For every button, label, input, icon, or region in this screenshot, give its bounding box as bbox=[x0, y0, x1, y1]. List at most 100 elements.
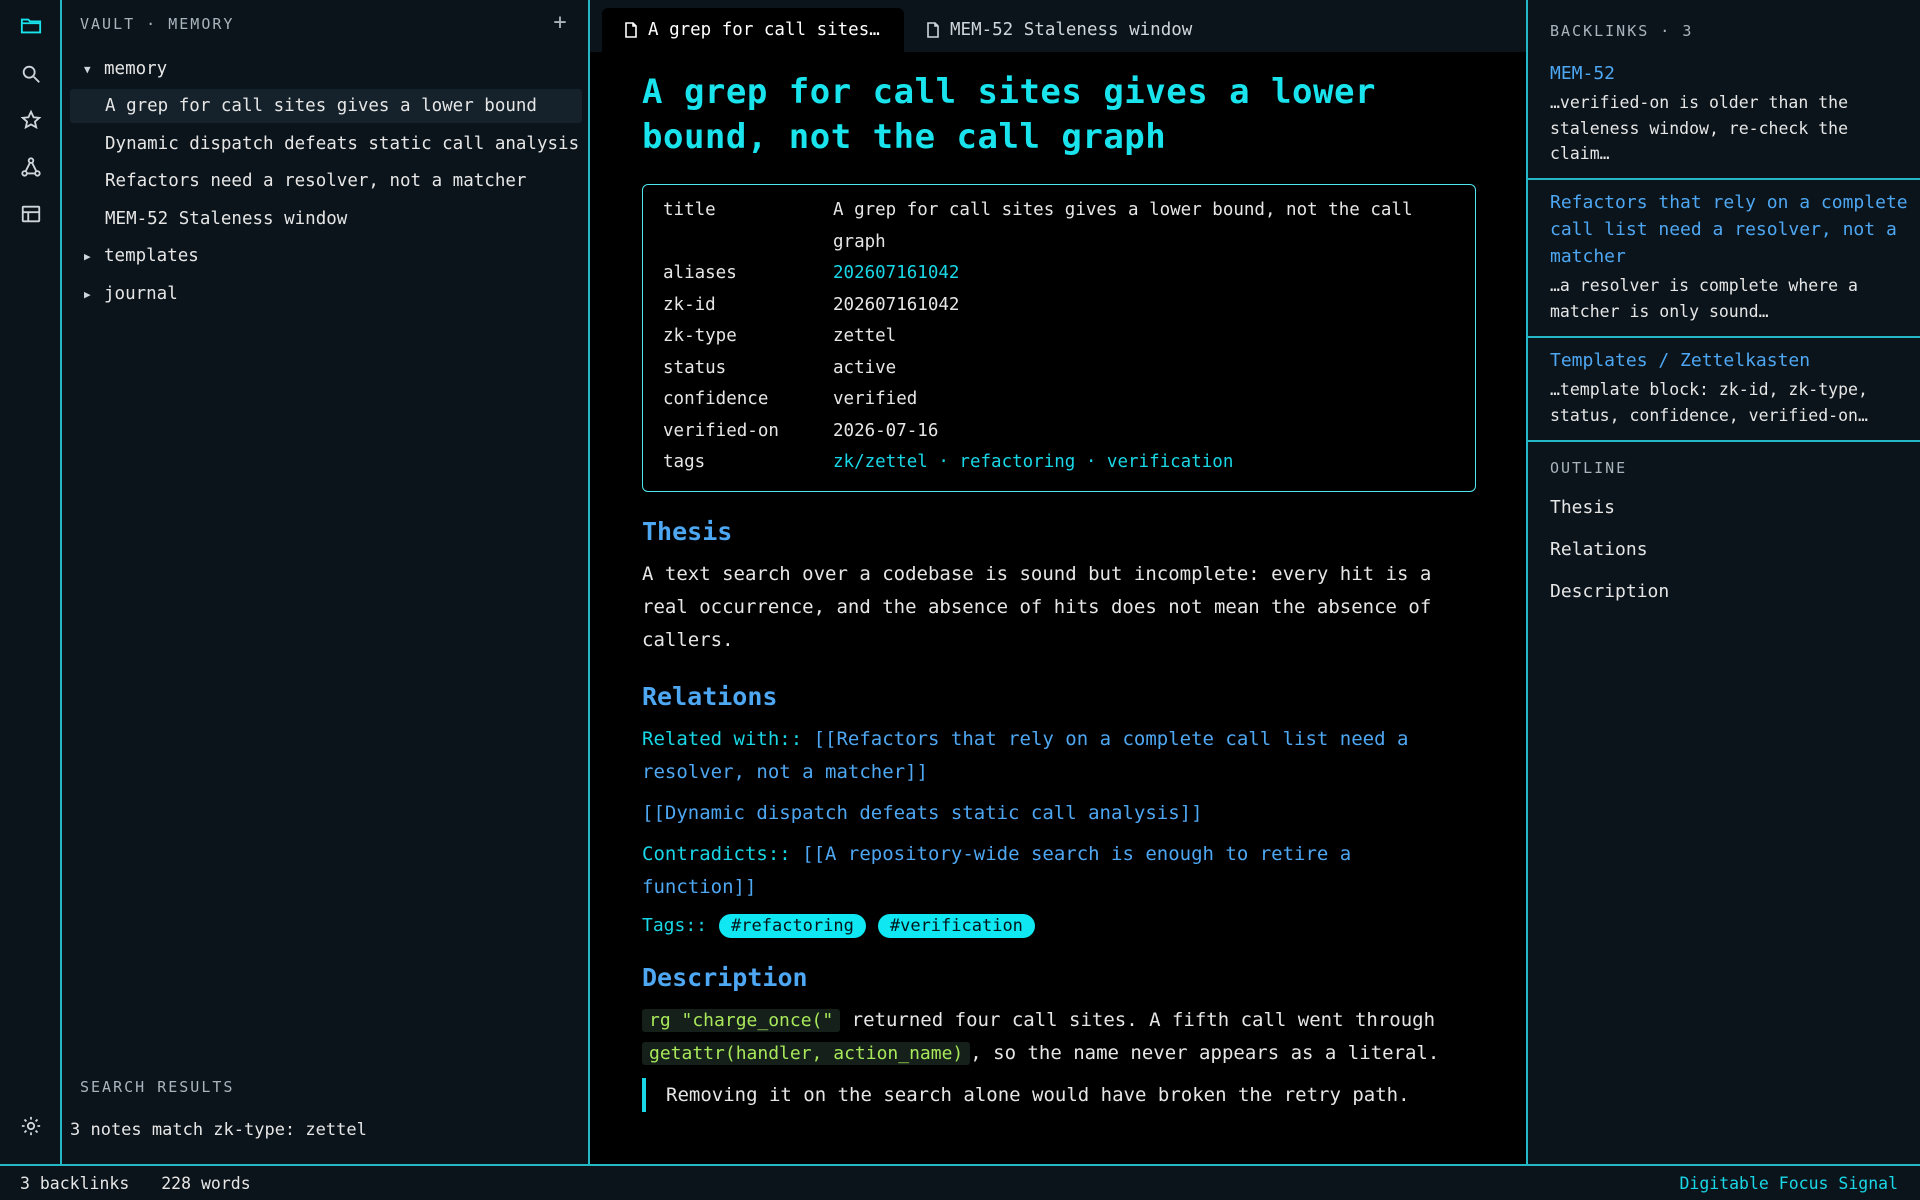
star-icon[interactable] bbox=[19, 108, 43, 132]
relation-key: Tags:: bbox=[642, 915, 708, 936]
inline-code: rg "charge_once(" bbox=[642, 1008, 841, 1032]
inline-code: getattr(handler, action_name) bbox=[642, 1041, 971, 1065]
backlink-snippet: …template block: zk-id, zk-type, status,… bbox=[1550, 380, 1868, 425]
outline-header: OUTLINE bbox=[1550, 459, 1628, 477]
search-result-summary[interactable]: 3 notes match zk-type: zettel bbox=[70, 1120, 367, 1140]
description-fragment: , so the name never appears as a literal… bbox=[970, 1041, 1440, 1064]
fm-value[interactable]: 2026-07-16 bbox=[833, 416, 938, 448]
tree-file-item[interactable]: Dynamic dispatch defeats static call ana… bbox=[70, 127, 582, 161]
status-bar: 3 backlinks 228 words Digitable Focus Si… bbox=[0, 1164, 1920, 1200]
editor-pane: A grep for call sites… MEM-52 Staleness … bbox=[590, 0, 1528, 1164]
description-fragment: returned four call sites. A fifth call w… bbox=[840, 1008, 1436, 1031]
relation-related: Related with:: [[Refactors that rely on … bbox=[642, 723, 1476, 789]
divider bbox=[1528, 440, 1920, 442]
backlink-item[interactable]: MEM-52 …verified-on is older than the st… bbox=[1550, 60, 1908, 167]
thesis-heading: Thesis bbox=[642, 516, 733, 546]
tab-bar: A grep for call sites… MEM-52 Staleness … bbox=[590, 0, 1526, 52]
chevron-down-icon: ▼ bbox=[84, 62, 91, 76]
relation-key: Contradicts:: bbox=[642, 842, 791, 865]
wikilink[interactable]: [[Dynamic dispatch defeats static call a… bbox=[642, 802, 1203, 824]
frontmatter-row: aliases 202607161042 bbox=[663, 258, 1455, 290]
frontmatter-row: status active bbox=[663, 353, 1455, 385]
tab-grep-note[interactable]: A grep for call sites… bbox=[602, 8, 904, 52]
folder-label: templates bbox=[104, 246, 199, 266]
fm-value[interactable]: verified bbox=[833, 384, 917, 416]
folder-label: memory bbox=[104, 59, 168, 79]
tree-folder-journal[interactable]: ▶ journal bbox=[70, 277, 582, 311]
chevron-right-icon: ▶ bbox=[84, 287, 91, 301]
frontmatter-row: zk-type zettel bbox=[663, 321, 1455, 353]
tag-pill[interactable]: #verification bbox=[877, 913, 1035, 938]
fm-key: title bbox=[663, 200, 716, 220]
status-left: 3 backlinks 228 words bbox=[20, 1174, 273, 1193]
file-icon bbox=[927, 22, 939, 38]
backlink-title[interactable]: Refactors that rely on a complete call l… bbox=[1550, 189, 1908, 270]
tag-pill[interactable]: #refactoring bbox=[719, 913, 866, 938]
backlinks-header: BACKLINKS · 3 bbox=[1550, 22, 1694, 40]
file-explorer: VAULT · MEMORY + ▼ memory A grep for cal… bbox=[62, 0, 590, 1164]
graph-icon[interactable] bbox=[19, 155, 43, 179]
fm-value[interactable]: zettel bbox=[833, 321, 896, 353]
tree-file-item[interactable]: Refactors need a resolver, not a matcher bbox=[70, 164, 582, 198]
tab-label: MEM-52 Staleness window bbox=[950, 20, 1193, 40]
relation-key: Related with:: bbox=[642, 727, 803, 750]
blockquote: Removing it on the search alone would ha… bbox=[642, 1077, 1476, 1112]
note-title: A grep for call sites gives a lower boun… bbox=[642, 72, 1376, 157]
backlink-title[interactable]: Templates / Zettelkasten bbox=[1550, 347, 1908, 374]
relation-contradicts: Contradicts:: [[A repository-wide search… bbox=[642, 838, 1476, 904]
table-icon[interactable] bbox=[19, 202, 43, 226]
outline-item-thesis[interactable]: Thesis bbox=[1550, 497, 1615, 518]
fm-value[interactable]: active bbox=[833, 353, 896, 385]
fm-value-link[interactable]: 202607161042 bbox=[833, 258, 959, 290]
tree-file-item[interactable]: MEM-52 Staleness window bbox=[70, 202, 582, 236]
relations-heading: Relations bbox=[642, 681, 778, 711]
fm-key: confidence bbox=[663, 389, 769, 409]
word-count: 228 words bbox=[161, 1173, 251, 1193]
fm-key: zk-type bbox=[663, 326, 737, 346]
thesis-text: A text search over a codebase is sound b… bbox=[642, 562, 1432, 651]
folder-label: journal bbox=[104, 284, 178, 304]
explorer-header: VAULT · MEMORY bbox=[80, 15, 235, 33]
settings-gear-icon[interactable] bbox=[19, 1114, 43, 1138]
frontmatter-row: tags zk/zettel · refactoring · verificat… bbox=[663, 447, 1455, 479]
fm-key: zk-id bbox=[663, 294, 716, 315]
fm-value[interactable]: A grep for call sites gives a lower boun… bbox=[833, 195, 1455, 258]
backlink-title[interactable]: MEM-52 bbox=[1550, 60, 1908, 87]
new-note-button[interactable]: + bbox=[548, 10, 572, 35]
frontmatter-row: zk-id 202607161042 bbox=[663, 290, 1455, 322]
relation-related-2: [[Dynamic dispatch defeats static call a… bbox=[642, 797, 1476, 830]
backlink-snippet: …verified-on is older than the staleness… bbox=[1550, 93, 1849, 163]
outline-item-relations[interactable]: Relations bbox=[1550, 539, 1648, 560]
tab-label: A grep for call sites… bbox=[648, 20, 880, 40]
divider bbox=[1528, 178, 1920, 180]
tab-mem-52[interactable]: MEM-52 Staleness window bbox=[926, 8, 1226, 52]
activity-bar bbox=[0, 0, 62, 1164]
search-icon[interactable] bbox=[19, 62, 43, 86]
file-icon bbox=[625, 22, 637, 38]
frontmatter-row: verified-on 2026-07-16 bbox=[663, 416, 1455, 448]
theme-name[interactable]: Digitable Focus Signal bbox=[1679, 1174, 1898, 1193]
tree-file-item[interactable]: A grep for call sites gives a lower boun… bbox=[70, 89, 582, 123]
frontmatter-row: title A grep for call sites gives a lowe… bbox=[663, 195, 1455, 258]
fm-value[interactable]: 202607161042 bbox=[833, 290, 959, 322]
search-results-header: SEARCH RESULTS bbox=[80, 1078, 235, 1096]
tree-folder-templates[interactable]: ▶ templates bbox=[70, 239, 582, 273]
chevron-right-icon: ▶ bbox=[84, 249, 91, 263]
fm-key: verified-on bbox=[663, 420, 779, 441]
tree-folder-memory[interactable]: ▼ memory bbox=[70, 52, 582, 86]
folder-icon[interactable] bbox=[19, 14, 43, 38]
description-text: rg "charge_once(" returned four call sit… bbox=[642, 1004, 1476, 1070]
backlink-item[interactable]: Templates / Zettelkasten …template block… bbox=[1550, 347, 1908, 428]
frontmatter-table: title A grep for call sites gives a lowe… bbox=[642, 184, 1476, 492]
outline-item-description[interactable]: Description bbox=[1550, 581, 1669, 602]
right-panel: BACKLINKS · 3 MEM-52 …verified-on is old… bbox=[1528, 0, 1920, 1164]
backlink-item[interactable]: Refactors that rely on a complete call l… bbox=[1550, 189, 1908, 324]
fm-key: tags bbox=[663, 452, 706, 472]
frontmatter-row: confidence verified bbox=[663, 384, 1455, 416]
backlink-count[interactable]: 3 backlinks bbox=[20, 1174, 129, 1193]
tags-line: Tags:: #refactoring #verification bbox=[642, 913, 1476, 938]
fm-key: aliases bbox=[663, 263, 737, 283]
note-content: A grep for call sites gives a lower boun… bbox=[642, 70, 1476, 1112]
fm-value-tags[interactable]: zk/zettel · refactoring · verification bbox=[833, 447, 1233, 479]
description-heading: Description bbox=[642, 962, 808, 992]
